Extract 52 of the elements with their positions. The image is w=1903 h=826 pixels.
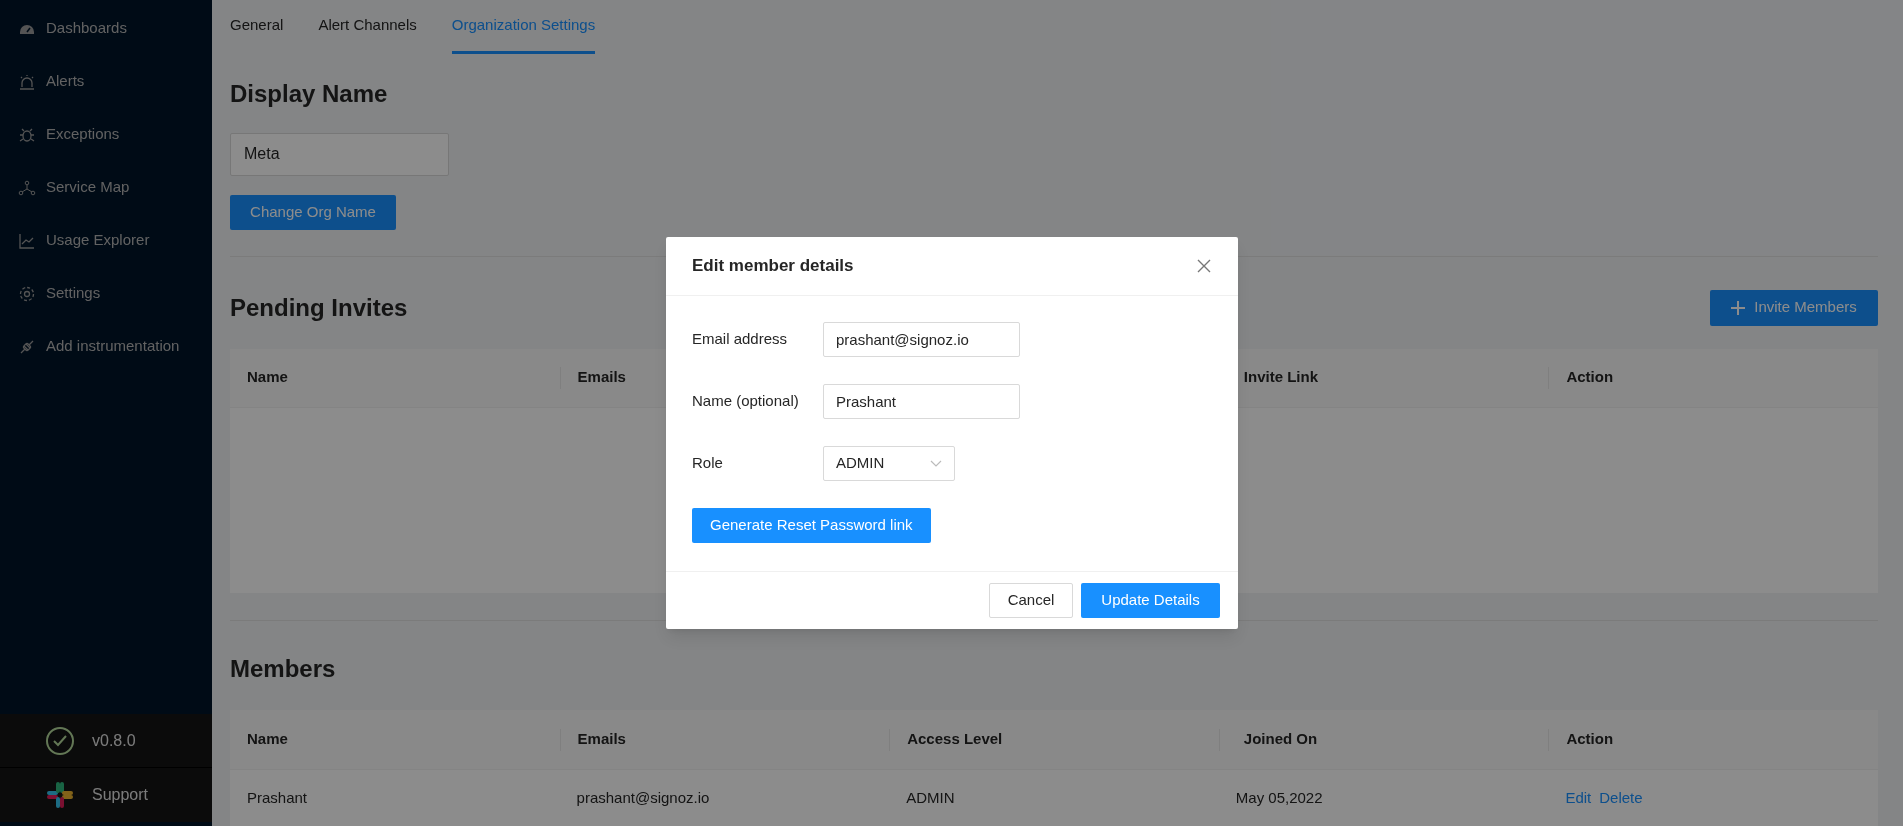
column-header: Action [1566,729,1614,750]
section-heading: Pending Invites [230,292,408,323]
column-header: Access Level [907,729,1003,750]
sidebar-item[interactable]: Alerts [0,55,212,108]
version-label: v0.8.0 [92,730,136,751]
sidebar-item[interactable]: Usage Explorer [0,214,212,267]
column-header: Action [1566,367,1614,388]
sidebar-item[interactable]: Exceptions [0,108,212,161]
role-dropdown[interactable]: ADMIN [823,446,955,481]
reset-password-button[interactable]: Generate Reset Password link [692,508,931,543]
support-link[interactable]: Support [92,783,149,807]
dialog-title: Edit member details [692,255,854,278]
sidebar-item[interactable]: Add instrumentation [0,320,212,373]
tab[interactable]: Organization Settings [451,0,596,54]
hash-logo-icon [45,780,75,810]
invite-members-button[interactable]: Invite Members [1710,289,1878,326]
column-header: Emails [577,367,626,388]
column-header: Name [247,729,288,750]
column-header: Emails [577,729,626,750]
column-header: Joined On [1243,729,1318,750]
plus-icon [1731,300,1746,315]
close-button[interactable] [1196,258,1212,274]
change-org-name-button[interactable]: Change Org Name [230,194,396,230]
chevron-down-icon [930,459,942,468]
table-cell: May 05,2022 [1235,788,1323,806]
nodes-icon [18,178,36,197]
update-details-button[interactable]: Update Details [1081,583,1220,618]
tab[interactable]: General [230,0,284,54]
sidebar-item[interactable]: Settings [0,267,212,320]
table-cell: ADMIN [906,788,955,806]
column-header: Invite Link [1243,367,1318,388]
field-label: Name (optional) [692,391,800,412]
column-header: Name [247,367,288,388]
sidebar-item[interactable]: Dashboards [0,2,212,55]
settings-icon [18,284,36,303]
org-name-field[interactable]: Meta [230,132,449,176]
text-field[interactable]: Prashant [823,384,1020,419]
section-heading: Display Name [230,78,389,109]
field-label: Role [692,453,724,474]
table-cell: Prashant [247,788,308,806]
tab[interactable]: Alert Channels [318,0,417,54]
line-chart-icon [18,231,36,250]
table-cell: prashant@signoz.io [576,788,710,806]
check-circle-icon [45,725,75,756]
action-link[interactable]: Edit [1565,786,1592,810]
cancel-button[interactable]: Cancel [989,583,1073,618]
siren-icon [18,72,36,91]
text-field[interactable]: prashant@signoz.io [823,322,1020,357]
sidebar-item[interactable]: Service Map [0,161,212,214]
section-heading: Members [230,654,337,684]
field-label: Email address [692,329,789,350]
action-link[interactable]: Delete [1599,786,1643,810]
